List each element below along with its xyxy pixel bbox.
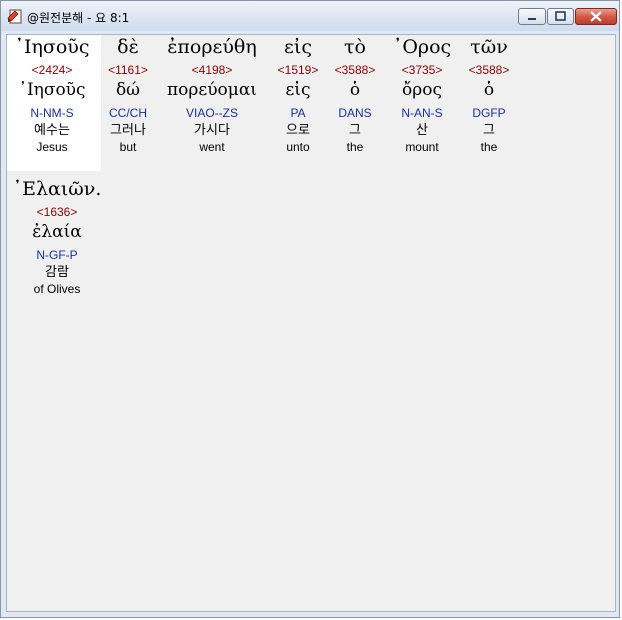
parse-code: VIAO--ZS — [185, 106, 238, 120]
strong-number: <3588> — [334, 63, 376, 77]
window-title: @원전분해 - 요 8:1 — [27, 11, 130, 25]
interlinear-panel[interactable]: ᾽Ιησοῦς <2424> ᾽Ιησοῦς N-NM-S 예수는 Jesus … — [6, 34, 616, 612]
word-column[interactable]: εἰς <1519> εἰς PA 으로 unto — [272, 35, 324, 155]
korean-gloss: 으로 — [286, 123, 310, 138]
strong-number: <2424> — [31, 63, 73, 77]
korean-gloss: 감람 — [45, 265, 69, 280]
word-column[interactable]: τῶν <3588> ὁ DGFP 그 the — [461, 35, 517, 155]
greek-word: εἰς — [284, 36, 312, 58]
parse-code: DANS — [338, 106, 372, 120]
word-column[interactable]: ἐπορεύθη <4198> πορεύομαι VIAO--ZS 가시다 w… — [157, 35, 267, 155]
parse-code: N-AN-S — [401, 106, 443, 120]
parse-code: CC/CH — [109, 106, 147, 120]
english-gloss: went — [199, 140, 225, 154]
word-column[interactable]: τὸ <3588> ὁ DANS 그 the — [328, 35, 382, 155]
english-gloss: mount — [405, 140, 439, 154]
lemma: δώ — [115, 80, 141, 100]
greek-word: δὲ — [117, 36, 139, 58]
greek-word: ᾽Ορος — [392, 36, 452, 58]
minimize-button[interactable] — [518, 8, 546, 25]
korean-gloss: 예수는 — [34, 123, 70, 138]
greek-word: τῶν — [470, 36, 508, 58]
korean-gloss: 산 — [416, 123, 428, 138]
greek-word: ἐπορεύθη — [167, 36, 257, 58]
greek-word: ᾽Ιησοῦς — [14, 36, 90, 58]
lemma: ᾽Ιησοῦς — [18, 80, 86, 100]
strong-number: <1519> — [277, 63, 319, 77]
english-gloss: the — [480, 140, 498, 154]
english-gloss: the — [346, 140, 364, 154]
app-document-icon[interactable] — [7, 8, 23, 24]
korean-gloss: 그러나 — [110, 123, 146, 138]
lemma: εἰς — [285, 80, 311, 100]
word-column[interactable]: δὲ <1161> δώ CC/CH 그러나 but — [102, 35, 154, 155]
english-gloss: but — [119, 140, 137, 154]
strong-number: <1636> — [36, 205, 78, 219]
word-column[interactable]: ᾽Ορος <3735> ὄρος N-AN-S 산 mount — [387, 35, 457, 155]
app-window: @원전분해 - 요 8:1 ᾽Ιησοῦς <2424> ᾽Ιησοῦς N-N… — [0, 0, 620, 618]
parse-code: DGFP — [472, 106, 506, 120]
english-gloss: of Olives — [33, 282, 81, 296]
maximize-icon — [555, 11, 566, 21]
strong-number: <3588> — [468, 63, 510, 77]
english-gloss: unto — [286, 140, 310, 154]
word-column[interactable]: ᾽Ιησοῦς <2424> ᾽Ιησοῦς N-NM-S 예수는 Jesus — [7, 35, 97, 155]
korean-gloss: 그 — [483, 123, 495, 138]
close-icon — [590, 11, 602, 22]
minimize-icon — [528, 18, 536, 20]
parse-code: PA — [290, 106, 306, 120]
close-button[interactable] — [575, 8, 617, 25]
english-gloss: Jesus — [36, 140, 68, 154]
word-column[interactable]: ᾽Ελαιῶν. <1636> ἐλαία N-GF-P 감람 of Olive… — [7, 177, 107, 297]
lemma: ὁ — [483, 80, 495, 100]
strong-number: <1161> — [108, 63, 148, 77]
korean-gloss: 그 — [349, 123, 361, 138]
parse-code: N-GF-P — [36, 248, 78, 262]
parse-code: N-NM-S — [30, 106, 74, 120]
maximize-button[interactable] — [547, 8, 574, 25]
strong-number: <3735> — [401, 63, 443, 77]
lemma: πορεύομαι — [167, 80, 257, 100]
lemma: ὄρος — [402, 80, 442, 100]
title-bar[interactable]: @원전분해 - 요 8:1 — [1, 1, 619, 31]
strong-number: <4198> — [191, 63, 233, 77]
korean-gloss: 가시다 — [194, 123, 230, 138]
lemma: ἐλαία — [32, 222, 82, 242]
greek-word: ᾽Ελαιῶν. — [12, 178, 102, 200]
lemma: ὁ — [349, 80, 361, 100]
greek-word: τὸ — [344, 36, 366, 58]
